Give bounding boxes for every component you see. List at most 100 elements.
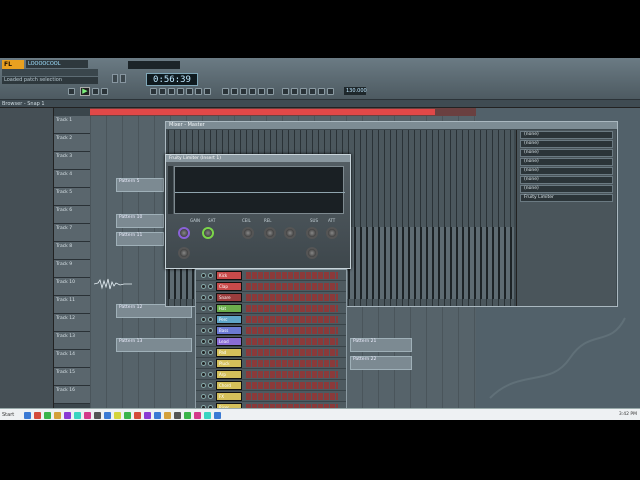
channel-mute-led-icon[interactable]	[201, 383, 206, 388]
threshold-knob[interactable]	[326, 227, 338, 239]
track-header[interactable]: Track 15	[54, 368, 90, 386]
channel-row[interactable]: Kick	[196, 270, 346, 281]
taskbar-app-icon[interactable]	[214, 412, 221, 419]
channel-pan-led-icon[interactable]	[208, 317, 213, 322]
attack-knob[interactable]	[284, 227, 296, 239]
track-header[interactable]: Track 6	[54, 206, 90, 224]
step-sequencer[interactable]	[246, 371, 338, 378]
mixer-title[interactable]: Mixer - Master	[166, 122, 617, 129]
track-header[interactable]: Track 8	[54, 242, 90, 260]
channel-name-button[interactable]: Chord	[216, 381, 242, 390]
channel-name-button[interactable]: Perc	[216, 315, 242, 324]
snap-button[interactable]	[282, 88, 289, 95]
channel-mute-led-icon[interactable]	[201, 328, 206, 333]
step-sequencer[interactable]	[246, 283, 338, 290]
taskbar-app-icon[interactable]	[194, 412, 201, 419]
channel-row[interactable]: Clap	[196, 281, 346, 292]
step-sequencer[interactable]	[246, 382, 338, 389]
channel-mute-led-icon[interactable]	[201, 295, 206, 300]
channel-mute-led-icon[interactable]	[201, 273, 206, 278]
channel-mute-led-icon[interactable]	[201, 284, 206, 289]
step-sequencer[interactable]	[246, 316, 338, 323]
mixer-fx-slot[interactable]: (none)	[520, 185, 613, 193]
channel-mute-led-icon[interactable]	[201, 306, 206, 311]
channel-mute-led-icon[interactable]	[201, 350, 206, 355]
play-button[interactable]: ▶	[80, 87, 90, 96]
channel-name-button[interactable]: Bass	[216, 326, 242, 335]
track-header[interactable]: Track 5	[54, 188, 90, 206]
start-button[interactable]: Start	[2, 411, 18, 419]
countdown-button[interactable]	[318, 88, 325, 95]
pattern-clip[interactable]: Pattern 11	[116, 232, 164, 246]
taskbar-app-icon[interactable]	[204, 412, 211, 419]
channel-pan-led-icon[interactable]	[208, 273, 213, 278]
pattern-clip[interactable]: Pattern 10	[116, 214, 164, 228]
channel-mute-led-icon[interactable]	[201, 372, 206, 377]
taskbar-app-icon[interactable]	[44, 412, 51, 419]
knee-knob[interactable]	[306, 247, 318, 259]
taskbar-app-icon[interactable]	[84, 412, 91, 419]
tool-button-6[interactable]	[195, 88, 202, 95]
channel-name-button[interactable]: Pluck	[216, 359, 242, 368]
channel-row[interactable]: Perc	[196, 314, 346, 325]
channel-mute-led-icon[interactable]	[201, 361, 206, 366]
sustain-knob[interactable]	[306, 227, 318, 239]
tempo-display[interactable]: 130.000	[344, 87, 367, 95]
pattern-clip[interactable]: Pattern 22	[350, 356, 412, 370]
taskbar-app-icon[interactable]	[124, 412, 131, 419]
taskbar-app-icon[interactable]	[34, 412, 41, 419]
taskbar-app-icon[interactable]	[54, 412, 61, 419]
view-playlist-button[interactable]	[222, 88, 229, 95]
gain-knob[interactable]	[178, 227, 190, 239]
record-button[interactable]	[101, 88, 108, 95]
track-header[interactable]: Track 4	[54, 170, 90, 188]
channel-name-button[interactable]: Kick	[216, 271, 242, 280]
channel-row[interactable]: Chord	[196, 380, 346, 391]
channel-row[interactable]: Arp	[196, 369, 346, 380]
pattern-clip[interactable]: Pattern 21	[350, 338, 412, 352]
channel-pan-led-icon[interactable]	[208, 394, 213, 399]
master-pitch-slider[interactable]	[120, 74, 126, 83]
channel-mute-led-icon[interactable]	[201, 317, 206, 322]
tool-button-2[interactable]	[159, 88, 166, 95]
channel-pan-led-icon[interactable]	[208, 383, 213, 388]
browser-panel[interactable]	[0, 108, 54, 408]
app-logo[interactable]: FL STUDIO	[2, 60, 30, 77]
song-name-field[interactable]: LOOOOCOOL	[26, 60, 88, 68]
metronome-button[interactable]	[291, 88, 298, 95]
channel-pan-led-icon[interactable]	[208, 372, 213, 377]
view-mixer-button[interactable]	[240, 88, 247, 95]
tool-button-1[interactable]	[150, 88, 157, 95]
taskbar-app-icon[interactable]	[144, 412, 151, 419]
taskbar-app-icon[interactable]	[134, 412, 141, 419]
playlist-loop-region[interactable]	[90, 109, 435, 115]
track-header[interactable]: Track 14	[54, 350, 90, 368]
stop-button[interactable]	[92, 88, 99, 95]
taskbar-app-icon[interactable]	[164, 412, 171, 419]
mixer-fx-slot[interactable]: (none)	[520, 149, 613, 157]
channel-row[interactable]: Bass	[196, 325, 346, 336]
step-sequencer[interactable]	[246, 360, 338, 367]
track-header[interactable]: Track 12	[54, 314, 90, 332]
track-header[interactable]: Track 13	[54, 332, 90, 350]
track-header[interactable]: Track 16	[54, 386, 90, 404]
mixer-fx-slot[interactable]: (none)	[520, 131, 613, 139]
step-sequencer[interactable]	[246, 305, 338, 312]
step-sequencer[interactable]	[246, 327, 338, 334]
step-sequencer[interactable]	[246, 338, 338, 345]
time-display[interactable]: 0:56:39	[146, 73, 198, 86]
ceiling-knob[interactable]	[242, 227, 254, 239]
channel-name-button[interactable]: Arp	[216, 370, 242, 379]
pattern-clip[interactable]: Pattern 13	[116, 338, 192, 352]
mixer-fx-slot[interactable]: (none)	[520, 140, 613, 148]
tool-button-7[interactable]	[204, 88, 211, 95]
track-header[interactable]: Track 1	[54, 116, 90, 134]
view-plugin-button[interactable]	[267, 88, 274, 95]
channel-mute-led-icon[interactable]	[201, 394, 206, 399]
channel-row[interactable]: Snare	[196, 292, 346, 303]
tool-button-4[interactable]	[177, 88, 184, 95]
track-header[interactable]: Track 10	[54, 278, 90, 296]
release-knob[interactable]	[264, 227, 276, 239]
channel-row[interactable]: Pad	[196, 347, 346, 358]
step-edit-button[interactable]	[327, 88, 334, 95]
